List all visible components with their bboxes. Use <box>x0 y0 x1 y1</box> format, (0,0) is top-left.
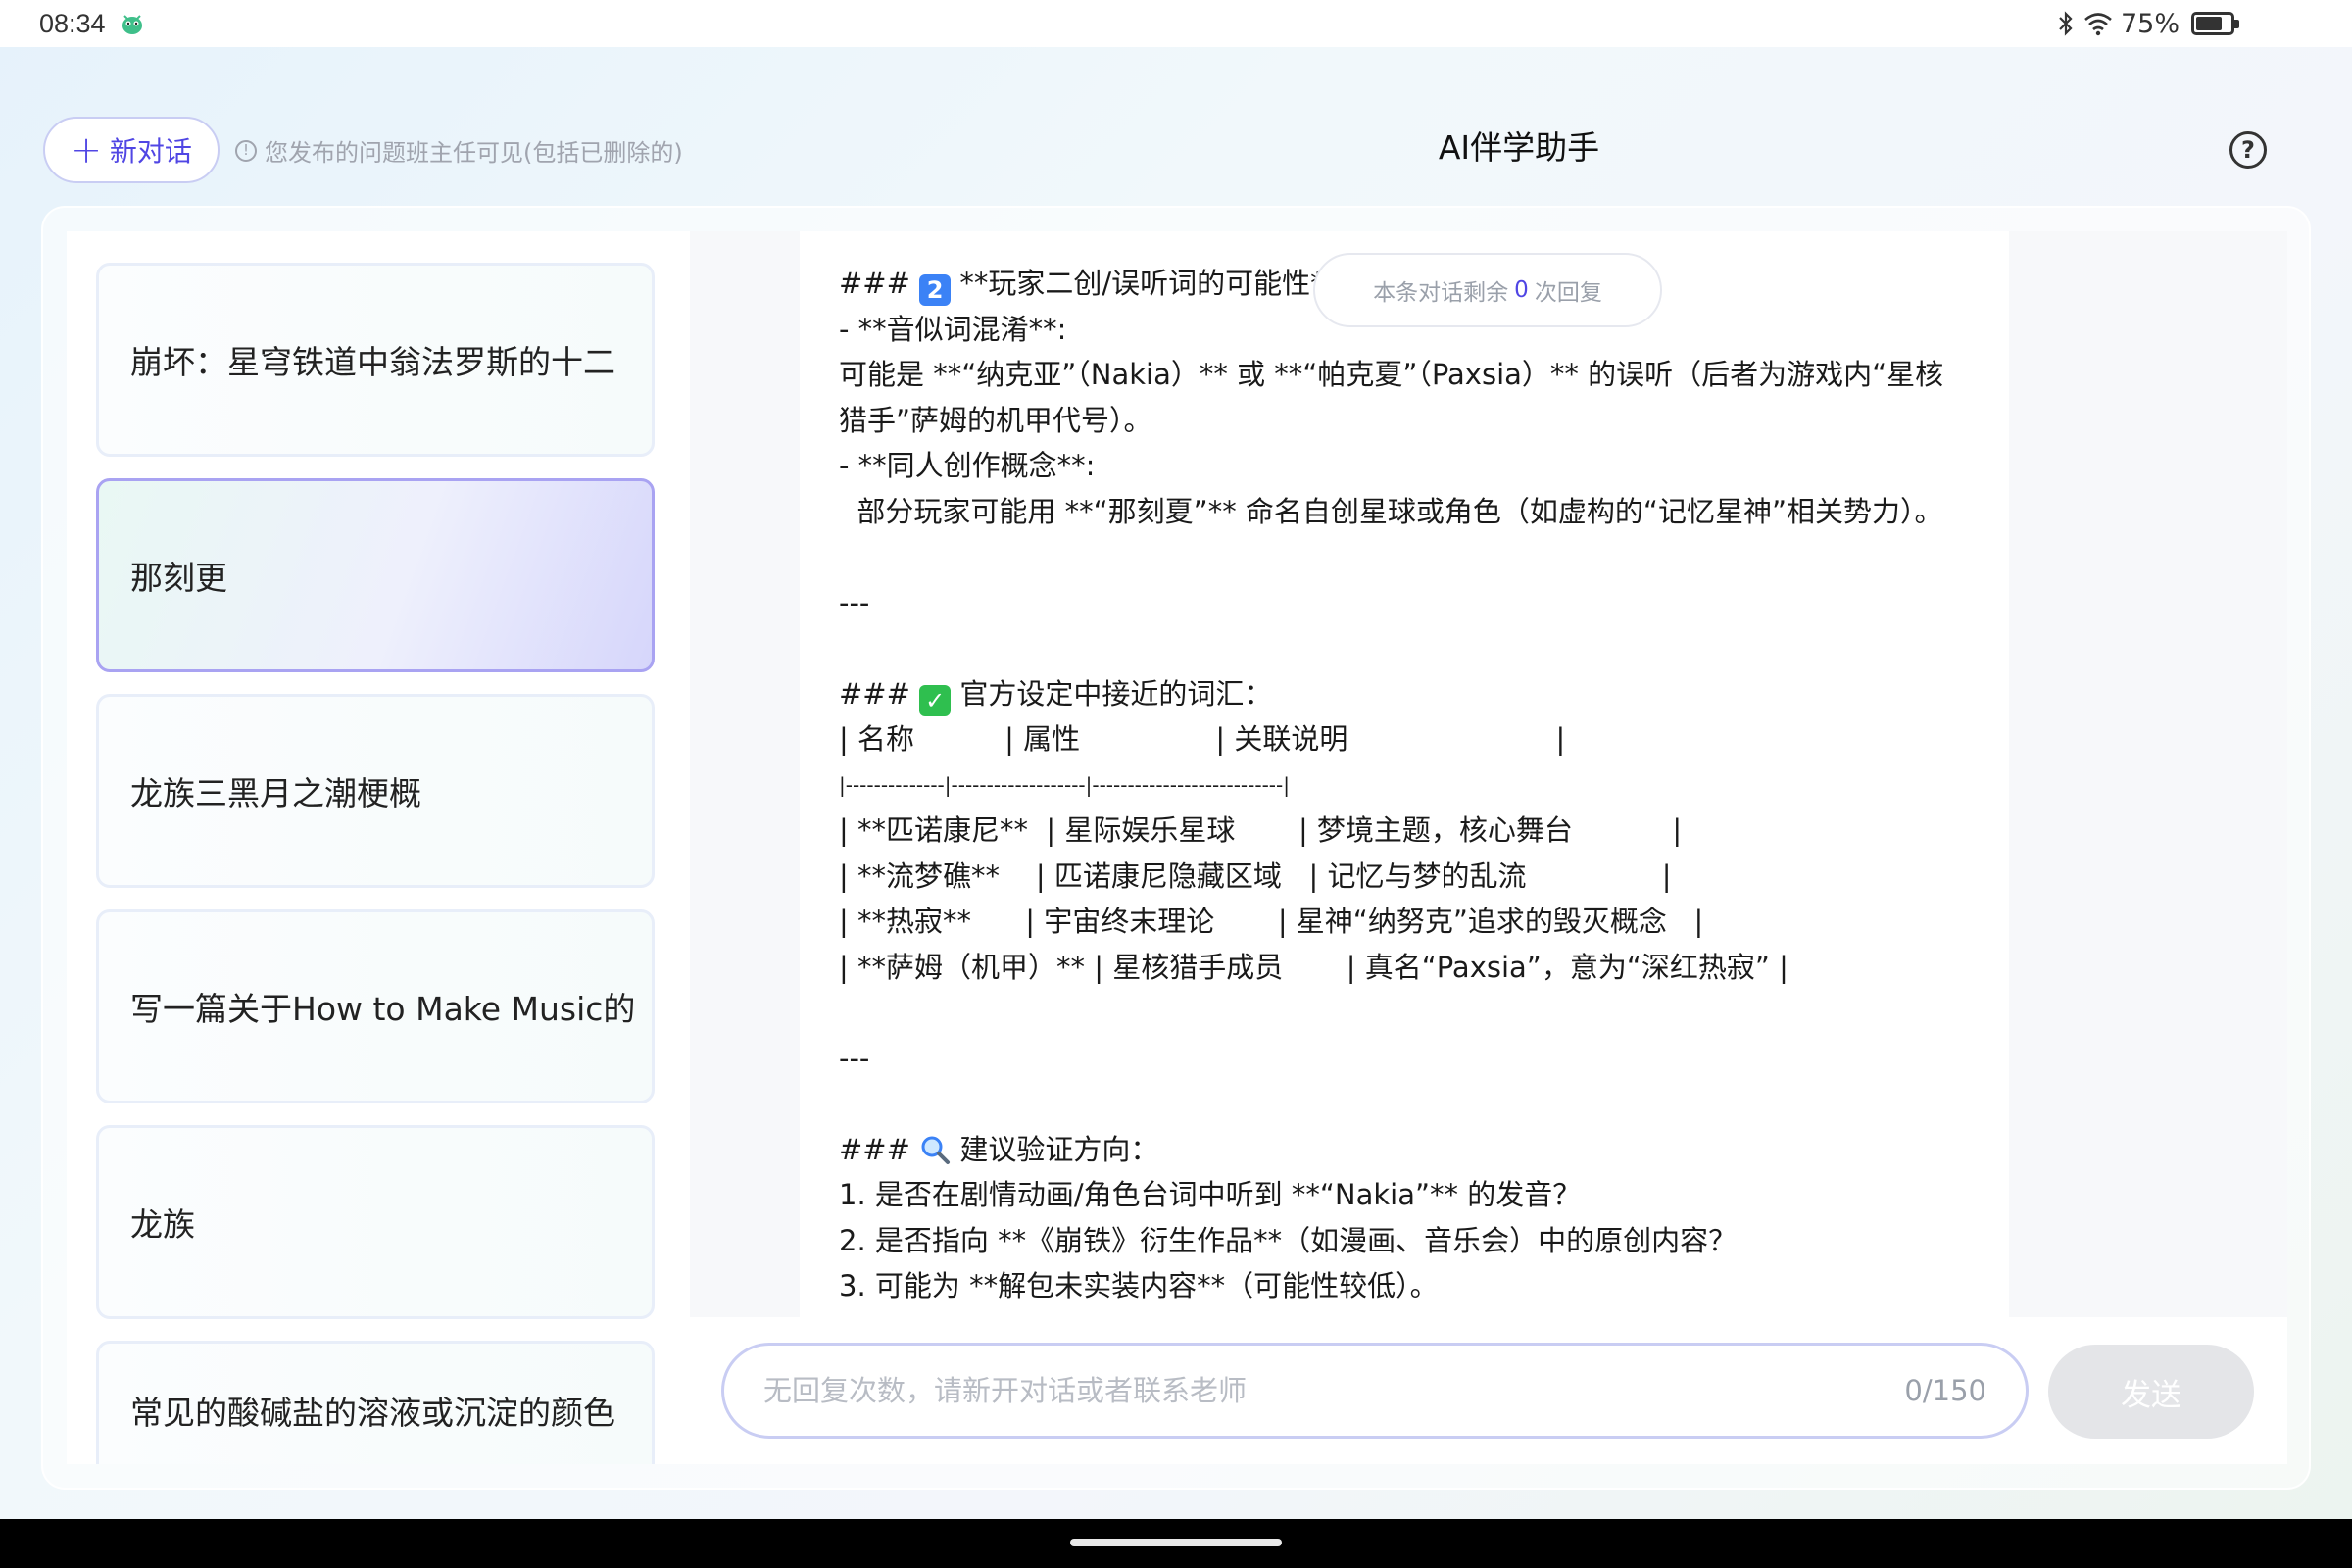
conversation-item[interactable]: 崩坏：星穹铁道中翁法罗斯的十二 <box>96 263 655 457</box>
heading-marker: ### <box>839 267 920 300</box>
page-title: AI伴学助手 <box>1438 128 1600 167</box>
message-line: 部分玩家可能用 **“那刻夏”** 命名自创星球或角色（如虚构的“记忆星神”相关… <box>839 494 1943 528</box>
message-blank <box>839 625 1970 671</box>
status-time: 08:34 <box>39 8 106 38</box>
table-line: | **流梦礁** | 匹诺康尼隐藏区域 | 记忆与梦的乱流 | <box>839 858 1672 893</box>
message-heading: ### ✓ 官方设定中接近的词汇： <box>839 671 1970 717</box>
table-line: | **匹诺康尼** | 星际娱乐星球 | 梦境主题，核心舞台 | <box>839 813 1683 847</box>
message-input-box[interactable]: 0/150 <box>721 1343 2029 1439</box>
visibility-notice: ! 您发布的问题班主任可见(包括已删除的) <box>235 133 683 168</box>
char-counter: 0/150 <box>1904 1374 1986 1407</box>
remaining-replies-badge: 本条对话剩余 0 次回复 <box>1313 253 1662 327</box>
notice-text: 您发布的问题班主任可见(包括已删除的) <box>265 139 683 167</box>
wifi-icon <box>2084 13 2112 36</box>
table-line: | 名称 | 属性 | 关联说明 | <box>839 722 1566 756</box>
message-line: 1. 是否在剧情动画/角色台词中听到 **“Nakia”** 的发音？ <box>839 1178 1582 1211</box>
table-line: |--------------|-------------------|----… <box>839 772 1290 797</box>
message-blank <box>839 1081 1970 1127</box>
battery-icon <box>2191 12 2239 35</box>
table-line: | **热寂** | 宇宙终末理论 | 星神“纳努克”追求的毁灭概念 | <box>839 905 1704 938</box>
message-separator: --- <box>839 585 870 619</box>
conversation-item[interactable]: 龙族 <box>96 1125 655 1319</box>
heading-marker: ### <box>839 676 920 710</box>
keycap-2-icon: 2 <box>919 274 952 306</box>
conversation-item[interactable]: 龙族三黑月之潮梗概 <box>96 694 655 888</box>
status-bar: 08:34 75% <box>0 0 2352 47</box>
heading-text: 官方设定中接近的词汇： <box>951 676 1273 710</box>
message-line: 2. 是否指向 **《崩铁》衍生作品**（如漫画、音乐会）中的原创内容？ <box>839 1223 1738 1257</box>
heading-text: **玩家二创/误听词的可能性** <box>951 267 1340 300</box>
message-line: 可能是 **“纳克亚”（Nakia）** 或 **“帕克夏”（Paxsia）**… <box>839 358 1944 437</box>
heading-marker: ### <box>839 1132 920 1166</box>
bug-icon <box>122 15 142 34</box>
status-icons: 75% <box>2056 8 2239 39</box>
heading-text: 建议验证方向： <box>951 1132 1159 1166</box>
conversation-item[interactable]: 写一篇关于How to Make Music的 <box>96 909 655 1103</box>
remaining-prefix: 本条对话剩余 <box>1373 280 1509 306</box>
message-blank <box>839 534 1970 580</box>
bluetooth-icon <box>2059 11 2073 36</box>
remaining-suffix: 次回复 <box>1534 280 1602 306</box>
remaining-count: 0 <box>1514 277 1529 303</box>
conversation-item[interactable]: 常见的酸碱盐的溶液或沉淀的颜色 <box>96 1341 655 1464</box>
conversation-item-active[interactable]: 那刻更 <box>96 478 655 672</box>
info-icon: ! <box>235 139 257 162</box>
battery-percent: 75% <box>2120 8 2180 39</box>
table-line: | **萨姆（机甲）** | 星核猎手成员 | 真名“Paxsia”，意为“深红… <box>839 950 1788 984</box>
message-heading: ### 建议验证方向： <box>839 1127 1970 1173</box>
send-button[interactable]: 发送 <box>2048 1345 2254 1439</box>
new-chat-button[interactable]: + 新对话 <box>43 117 220 183</box>
check-mark-icon: ✓ <box>919 684 952 716</box>
message-separator: --- <box>839 1041 870 1075</box>
conversation-sidebar[interactable]: 崩坏：星穹铁道中翁法罗斯的十二 那刻更 龙族三黑月之潮梗概 写一篇关于How t… <box>67 231 690 1464</box>
magnifier-icon <box>921 1136 951 1164</box>
new-chat-label: 新对话 <box>109 135 192 168</box>
message-line: - **同人创作概念**: <box>839 449 1096 482</box>
ai-message: ### 2 **玩家二创/误听词的可能性** - **音似词混淆**: 可能是 … <box>800 231 2009 1317</box>
message-input[interactable] <box>763 1374 1886 1407</box>
plus-icon: + <box>71 128 102 172</box>
message-blank <box>839 990 1970 1036</box>
message-line: 3. 可能为 **解包未实装内容**（可能性较低）。 <box>839 1269 1439 1302</box>
help-icon[interactable]: ? <box>2230 131 2267 169</box>
home-indicator[interactable] <box>1070 1539 1282 1546</box>
